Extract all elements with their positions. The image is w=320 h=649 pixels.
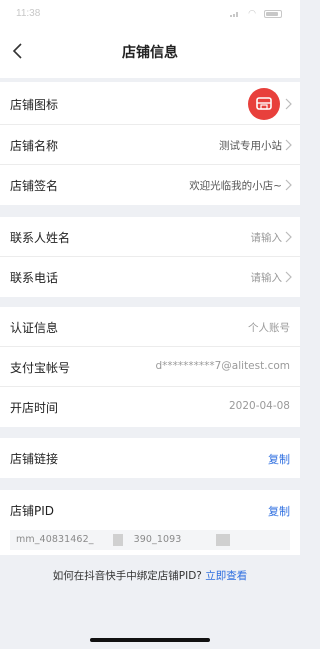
home-indicator	[90, 638, 210, 642]
shop-avatar[interactable]	[248, 88, 280, 120]
contact-phone-row[interactable]: 联系电话 请输入	[0, 257, 300, 297]
navigation-bar: 店铺信息	[0, 26, 300, 78]
shop-name-label: 店铺名称	[10, 139, 59, 153]
wifi-icon: ◠	[248, 9, 256, 19]
shop-info-group: 店铺图标 店铺名称 测试专用小站 店铺签名 欢迎光临我的小店~	[0, 82, 300, 205]
redaction-block	[216, 534, 230, 546]
account-group: 认证信息 个人账号 支付宝帐号 d**********7@alitest.com…	[0, 307, 300, 427]
status-bar: 11:38 ◠	[0, 0, 300, 26]
contact-phone-input[interactable]: 请输入	[251, 270, 283, 285]
pid-value-box: mm_40831462_390_10931	[10, 530, 290, 550]
shop-icon-row[interactable]: 店铺图标	[0, 82, 300, 125]
contact-name-label: 联系人姓名	[10, 231, 71, 245]
shop-slogan-label: 店铺签名	[10, 179, 59, 193]
alipay-row: 支付宝帐号 d**********7@alitest.com	[0, 347, 300, 387]
shop-pid-group: 店铺PID 复制 mm_40831462_390_10931	[0, 490, 300, 555]
shop-slogan-row[interactable]: 店铺签名 欢迎光临我的小店~	[0, 165, 300, 205]
shop-pid-label: 店铺PID	[10, 504, 55, 518]
shop-slogan-value: 欢迎光临我的小店~	[189, 180, 282, 192]
contact-name-row[interactable]: 联系人姓名 请输入	[0, 217, 300, 257]
shop-pid-row: 店铺PID 复制	[0, 490, 300, 530]
contact-phone-label: 联系电话	[10, 271, 59, 285]
open-date-label: 开店时间	[10, 401, 59, 415]
pid-segment: 390_1093	[133, 534, 182, 545]
open-date-value: 2020-04-08	[228, 400, 290, 412]
alipay-value: d**********7@alitest.com	[155, 360, 290, 372]
shop-name-value: 测试专用小站	[219, 140, 282, 152]
contact-group: 联系人姓名 请输入 联系电话 请输入	[0, 217, 300, 297]
certification-label: 认证信息	[10, 321, 59, 335]
copy-link-button[interactable]: 复制	[268, 451, 290, 467]
shop-link-group: 店铺链接 复制	[0, 438, 300, 478]
pid-segment: mm_40831462_	[16, 534, 94, 545]
chevron-right-icon	[285, 98, 292, 110]
certification-value: 个人账号	[248, 322, 290, 334]
open-date-row: 开店时间 2020-04-08	[0, 387, 300, 427]
chevron-right-icon	[285, 139, 292, 151]
chevron-right-icon	[285, 271, 292, 283]
redaction-block	[113, 534, 123, 546]
shop-name-row[interactable]: 店铺名称 测试专用小站	[0, 125, 300, 165]
chevron-right-icon	[285, 231, 292, 243]
contact-name-input[interactable]: 请输入	[251, 230, 283, 245]
signal-icon	[230, 12, 238, 17]
status-time: 11:38	[16, 8, 41, 19]
shop-link-label: 店铺链接	[10, 452, 59, 466]
certification-row: 认证信息 个人账号	[0, 307, 300, 347]
pid-help: 如何在抖音快手中绑定店铺PID? 立即查看	[0, 568, 300, 583]
battery-icon	[264, 10, 282, 18]
pid-help-text: 如何在抖音快手中绑定店铺PID?	[52, 570, 202, 582]
shop-icon	[256, 97, 272, 110]
chevron-right-icon	[285, 179, 292, 191]
page-title: 店铺信息	[122, 45, 178, 61]
shop-icon-label: 店铺图标	[10, 98, 59, 112]
shop-link-row: 店铺链接 复制	[0, 438, 300, 478]
copy-pid-button[interactable]: 复制	[268, 503, 290, 519]
alipay-label: 支付宝帐号	[10, 361, 71, 375]
view-now-link[interactable]: 立即查看	[205, 570, 247, 582]
